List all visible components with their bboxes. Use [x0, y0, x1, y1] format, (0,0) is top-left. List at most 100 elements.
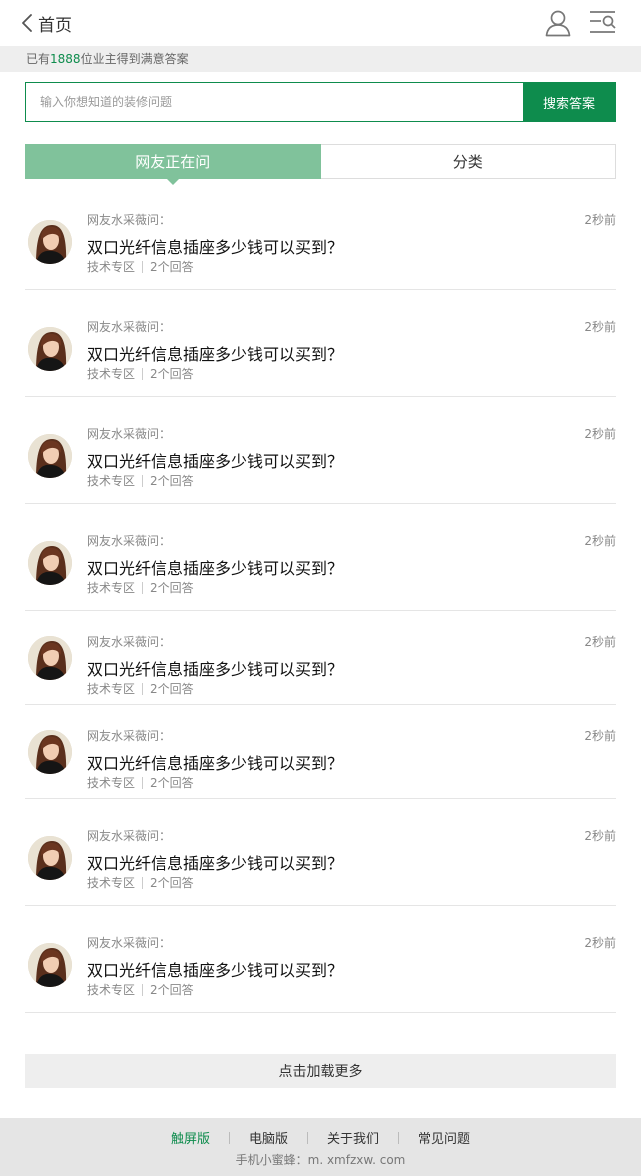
question-item[interactable]: 网友水采薇问： 2秒前双口光纤信息插座多少钱可以买到？ 技术专区 2个回答	[25, 906, 616, 1013]
stats-suffix: 位业主得到满意答案	[80, 52, 189, 66]
question-title[interactable]: 双口光纤信息插座多少钱可以买到？	[87, 957, 343, 981]
question-title[interactable]: 双口光纤信息插座多少钱可以买到？	[87, 341, 343, 365]
category-link[interactable]: 技术专区	[87, 258, 135, 275]
category-link[interactable]: 技术专区	[87, 874, 135, 891]
question-title[interactable]: 双口光纤信息插座多少钱可以买到？	[87, 656, 343, 680]
back-label: 首页	[38, 15, 72, 36]
answer-count: 2个回答	[150, 983, 194, 997]
footer-link-about[interactable]: 关于我们	[327, 1128, 379, 1147]
answer-count: 2个回答	[150, 581, 194, 595]
meta-divider	[142, 474, 144, 487]
search-input[interactable]	[26, 83, 523, 121]
question-meta: 技术专区 2个回答	[87, 774, 194, 791]
question-title[interactable]: 双口光纤信息插座多少钱可以买到？	[87, 850, 343, 874]
question-meta: 技术专区 2个回答	[87, 365, 194, 382]
answer-stats-bar: 已有1888位业主得到满意答案	[0, 46, 641, 72]
question-title[interactable]: 双口光纤信息插座多少钱可以买到？	[87, 234, 343, 258]
question-title[interactable]: 双口光纤信息插座多少钱可以买到？	[87, 750, 343, 774]
meta-divider	[142, 876, 144, 889]
meta-divider	[142, 581, 144, 594]
meta-divider	[142, 682, 144, 695]
footer-divider	[307, 1131, 308, 1144]
question-title[interactable]: 双口光纤信息插座多少钱可以买到？	[87, 555, 343, 579]
question-time: 2秒前	[584, 829, 616, 843]
avatar	[28, 730, 72, 774]
question-item[interactable]: 网友水采薇问： 2秒前双口光纤信息插座多少钱可以买到？ 技术专区 2个回答	[25, 183, 616, 290]
answer-count: 2个回答	[150, 876, 194, 890]
stats-count: 1888	[50, 52, 81, 66]
menu-search-icon[interactable]	[588, 9, 618, 37]
search-bar: 搜索答案	[25, 82, 616, 122]
avatar	[28, 836, 72, 880]
question-item[interactable]: 网友水采薇问： 2秒前双口光纤信息插座多少钱可以买到？ 技术专区 2个回答	[25, 611, 616, 705]
answer-count: 2个回答	[150, 682, 194, 696]
avatar	[28, 636, 72, 680]
footer: 触屏版 电脑版 关于我们 常见问题 手机小蜜蜂：m. xmfzxw. com	[0, 1118, 641, 1176]
question-list: 网友水采薇问： 2秒前 双口光纤信息插座多少钱可以买到？ 技术专区 2个回答 网友水采薇问…	[25, 183, 616, 1013]
search-answer-button[interactable]: 搜索答案	[523, 83, 615, 121]
meta-divider	[142, 776, 144, 789]
meta-divider	[142, 983, 144, 996]
question-time: 2秒前	[584, 534, 616, 548]
question-meta: 技术专区 2个回答	[87, 981, 194, 998]
footer-divider	[228, 1131, 230, 1144]
question-time: 2秒前	[584, 936, 616, 950]
meta-divider	[142, 367, 144, 380]
answer-count: 2个回答	[150, 260, 194, 274]
answer-count: 2个回答	[150, 776, 194, 790]
category-link[interactable]: 技术专区	[87, 579, 135, 596]
question-item[interactable]: 网友水采薇问： 2秒前双口光纤信息插座多少钱可以买到？ 技术专区 2个回答	[25, 397, 616, 504]
asker-label: 网友水采薇问：	[87, 427, 172, 441]
asker-label: 网友水采薇问：	[87, 213, 172, 227]
footer-site: 手机小蜜蜂：m. xmfzxw. com	[0, 1151, 641, 1168]
answer-count: 2个回答	[150, 474, 194, 488]
answer-count: 2个回答	[150, 367, 194, 381]
asker-label: 网友水采薇问：	[87, 534, 172, 548]
footer-link-desktop[interactable]: 电脑版	[249, 1128, 288, 1147]
user-icon[interactable]	[544, 9, 572, 37]
category-link[interactable]: 技术专区	[87, 472, 135, 489]
question-meta: 技术专区 2个回答	[87, 258, 194, 275]
tab-categories[interactable]: 分类	[320, 144, 616, 179]
footer-links: 触屏版 电脑版 关于我们 常见问题	[0, 1128, 641, 1147]
question-meta: 技术专区 2个回答	[87, 874, 194, 891]
tab-bar: 网友正在问 分类	[25, 144, 616, 185]
question-item[interactable]: 网友水采薇问： 2秒前双口光纤信息插座多少钱可以买到？ 技术专区 2个回答	[25, 799, 616, 906]
load-more-button[interactable]: 点击加载更多	[25, 1054, 616, 1088]
question-item[interactable]: 网友水采薇问： 2秒前双口光纤信息插座多少钱可以买到？ 技术专区 2个回答	[25, 290, 616, 397]
asker-label: 网友水采薇问：	[87, 936, 172, 950]
question-time: 2秒前	[584, 213, 616, 227]
question-meta: 技术专区 2个回答	[87, 472, 194, 489]
tab-asking-now[interactable]: 网友正在问	[25, 144, 321, 185]
question-time: 2秒前	[584, 427, 616, 441]
category-link[interactable]: 技术专区	[87, 774, 135, 791]
footer-link-faq[interactable]: 常见问题	[418, 1128, 470, 1147]
asker-label: 网友水采薇问：	[87, 729, 172, 743]
question-item[interactable]: 网友水采薇问： 2秒前双口光纤信息插座多少钱可以买到？ 技术专区 2个回答	[25, 504, 616, 611]
asker-label: 网友水采薇问：	[87, 635, 172, 649]
avatar	[28, 541, 72, 585]
avatar	[28, 327, 72, 371]
footer-site-label: 手机小蜜蜂：	[235, 1153, 308, 1167]
footer-site-url: m. xmfzxw. com	[307, 1153, 406, 1167]
asker-label: 网友水采薇问：	[87, 829, 172, 843]
back-button[interactable]: 首页	[22, 10, 72, 36]
question-title[interactable]: 双口光纤信息插座多少钱可以买到？	[87, 448, 343, 472]
category-link[interactable]: 技术专区	[87, 981, 135, 998]
asker-label: 网友水采薇问：	[87, 320, 172, 334]
question-meta: 技术专区 2个回答	[87, 579, 194, 596]
meta-divider	[142, 260, 144, 273]
category-link[interactable]: 技术专区	[87, 680, 135, 697]
footer-link-touch[interactable]: 触屏版	[171, 1128, 210, 1147]
chevron-left-icon	[22, 14, 32, 32]
top-bar: 首页	[0, 0, 641, 46]
question-meta: 技术专区 2个回答	[87, 680, 194, 697]
question-item[interactable]: 网友水采薇问： 2秒前双口光纤信息插座多少钱可以买到？ 技术专区 2个回答	[25, 705, 616, 799]
question-time: 2秒前	[584, 320, 616, 334]
question-time: 2秒前	[584, 729, 616, 743]
stats-prefix: 已有	[26, 52, 51, 66]
avatar	[28, 434, 72, 478]
question-time: 2秒前	[584, 635, 616, 649]
category-link[interactable]: 技术专区	[87, 365, 135, 382]
avatar	[28, 220, 72, 264]
